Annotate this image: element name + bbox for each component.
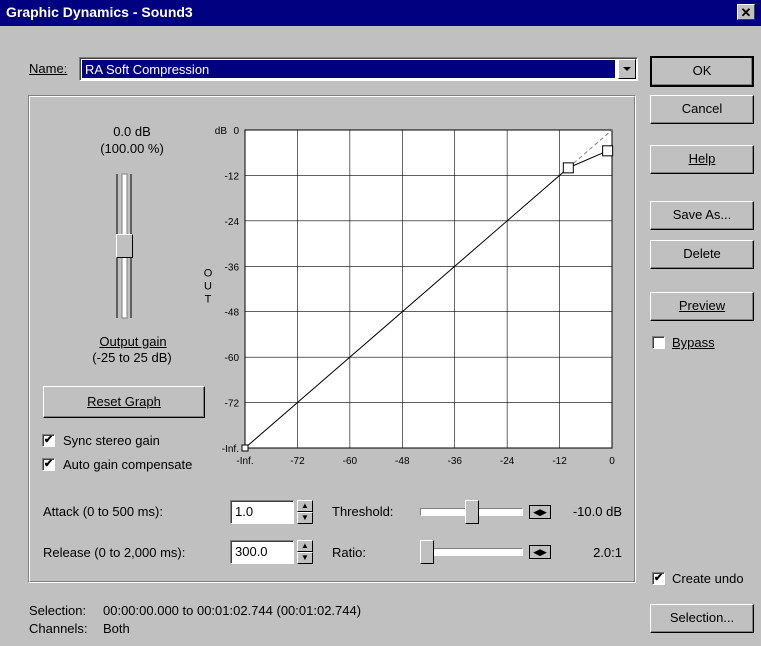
auto-gain-label: Auto gain compensate (63, 457, 193, 472)
release-spin-down[interactable]: ▼ (297, 552, 313, 564)
y-axis-label-char: U (204, 280, 212, 292)
ratio-track (420, 548, 523, 556)
threshold-label: Threshold: (332, 504, 394, 519)
save-as-label: Save As... (672, 207, 732, 222)
delete-button[interactable]: Delete (650, 240, 754, 269)
help-button[interactable]: Help (650, 145, 754, 174)
name-value: RA Soft Compression (85, 62, 210, 77)
ratio-nudge-icon[interactable]: ◀▶ (529, 545, 551, 559)
cancel-button[interactable]: Cancel (650, 95, 754, 124)
attack-spin-down[interactable]: ▼ (297, 512, 313, 524)
status-channels-label: Channels: (29, 621, 88, 636)
save-as-button[interactable]: Save As... (650, 201, 754, 230)
help-label: Help (688, 151, 716, 166)
close-button[interactable]: ✕ (737, 4, 755, 20)
preview-button[interactable]: Preview (650, 292, 754, 321)
status-channels-value: Both (103, 621, 130, 636)
x-tick-label: -24 (500, 456, 515, 467)
output-gain-slider[interactable] (114, 172, 134, 320)
release-label: Release (0 to 2,000 ms): (43, 545, 186, 560)
release-input[interactable]: 300.0 (230, 540, 294, 564)
y-axis-label-char: T (205, 293, 212, 305)
name-label: Name: (29, 61, 67, 76)
ratio-thumb[interactable] (420, 540, 434, 564)
output-gain-label: Output gain (99, 334, 167, 349)
preview-label: Preview (678, 298, 726, 313)
attack-label: Attack (0 to 500 ms): (43, 504, 163, 519)
create-undo-checkbox[interactable]: ✔ (652, 572, 665, 585)
y-axis-label-char: O (204, 267, 213, 279)
create-undo-label: Create undo (672, 571, 744, 586)
x-tick-label: -72 (290, 456, 305, 467)
output-gain-thumb[interactable] (116, 234, 133, 258)
dropdown-arrow-button[interactable] (618, 59, 636, 79)
selection-label: Selection... (669, 610, 735, 625)
ratio-label: Ratio: (332, 545, 366, 560)
sync-stereo-label: Sync stereo gain (63, 433, 160, 448)
y-axis-unit-label: dB (215, 126, 228, 137)
x-tick-label: -60 (343, 456, 358, 467)
ratio-slider[interactable] (420, 540, 523, 564)
output-gain-db: 0.0 dB (113, 124, 151, 139)
curve-handle (602, 145, 614, 157)
name-combobox[interactable]: RA Soft Compression (79, 57, 638, 81)
x-tick-label: -12 (552, 456, 567, 467)
name-selection-highlight: RA Soft Compression (82, 60, 615, 78)
release-spin-up[interactable]: ▲ (297, 540, 313, 552)
y-tick-label: 0 (233, 126, 239, 137)
y-tick-label: -72 (225, 399, 240, 410)
title-bar: Graphic Dynamics - Sound3 ✕ (0, 0, 761, 26)
ok-label: OK (692, 63, 712, 78)
y-tick-label: -12 (225, 171, 240, 182)
threshold-value: -10.0 dB (572, 504, 622, 519)
bypass-checkbox[interactable] (652, 336, 665, 349)
window-title: Graphic Dynamics - Sound3 (6, 4, 193, 20)
y-tick-label: -60 (225, 353, 240, 364)
chevron-down-icon (623, 67, 631, 71)
threshold-slider[interactable] (420, 500, 523, 524)
y-tick-label: -24 (225, 217, 240, 228)
x-tick-label: -Inf. (236, 456, 253, 467)
name-label-text: Name: (29, 61, 68, 76)
output-gain-range: (-25 to 25 dB) (92, 350, 172, 365)
ratio-value: 2.0:1 (593, 545, 622, 560)
attack-spin-up[interactable]: ▲ (297, 500, 313, 512)
reset-graph-label: Reset Graph (87, 394, 161, 409)
y-tick-label: -36 (225, 262, 240, 273)
selection-button[interactable]: Selection... (650, 604, 754, 633)
auto-gain-checkbox[interactable]: ✔ (42, 458, 55, 471)
dynamics-graph[interactable]: -Inf. 0 -72 -12 -60 -24 -48 -36 -36 -48 -24 -60 -12 -… (200, 118, 630, 468)
curve-handle (241, 444, 249, 452)
y-tick-label: -Inf. (222, 444, 239, 455)
output-gain-percent: (100.00 %) (100, 141, 164, 156)
x-tick-label: -48 (395, 456, 410, 467)
cancel-label: Cancel (681, 101, 723, 116)
attack-input[interactable]: 1.0 (230, 500, 294, 524)
sync-stereo-checkbox[interactable]: ✔ (42, 434, 55, 447)
status-selection-value: 00:00:00.000 to 00:01:02.744 (00:01:02.7… (103, 603, 362, 618)
curve-handle (562, 162, 574, 174)
threshold-nudge-icon[interactable]: ◀▶ (529, 505, 551, 519)
bypass-label: Bypass (672, 335, 715, 350)
x-tick-label: -36 (447, 456, 462, 467)
status-selection-label: Selection: (29, 603, 87, 618)
threshold-thumb[interactable] (464, 500, 479, 524)
x-tick-label: 0 (609, 456, 615, 467)
y-tick-label: -48 (225, 308, 240, 319)
ok-button[interactable]: OK (650, 56, 754, 87)
delete-label: Delete (683, 246, 721, 261)
reset-graph-button[interactable]: Reset Graph (43, 386, 205, 418)
